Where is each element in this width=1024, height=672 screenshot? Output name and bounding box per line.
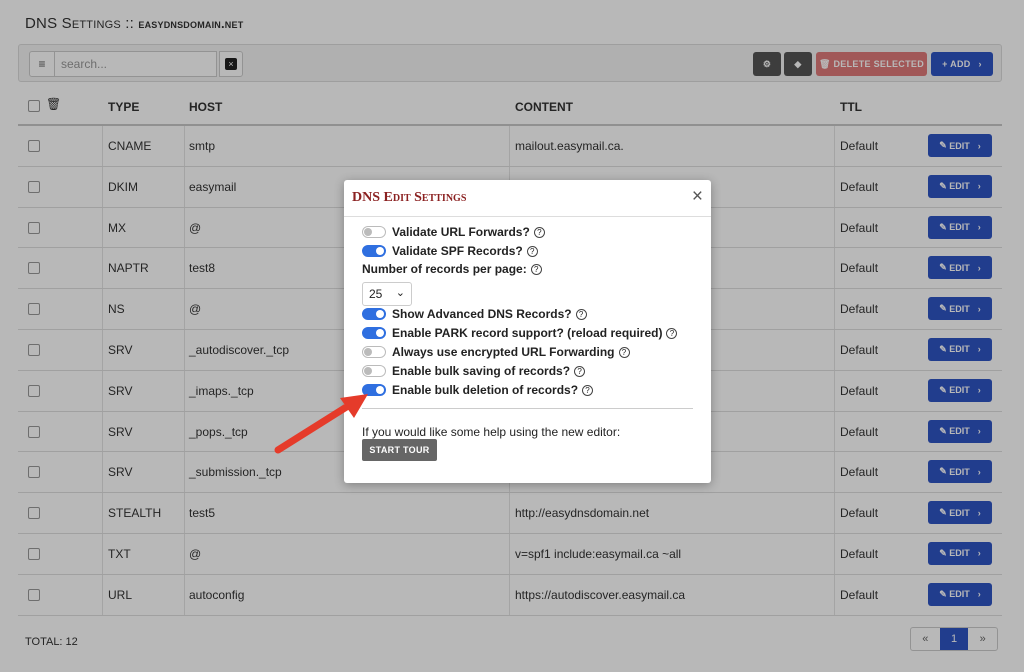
setting-option: Enable bulk deletion of records?? [362,382,594,398]
toggle-switch[interactable] [362,327,386,339]
arrow-shaft [274,402,352,454]
toggle-switch[interactable] [362,226,386,238]
records-per-page-value: 25 [369,287,383,301]
help-icon[interactable]: ? [575,308,587,320]
setting-option: Enable PARK record support? (reload requ… [362,325,678,341]
modal-divider [344,216,711,217]
close-icon[interactable]: × [692,187,703,207]
toggle-switch[interactable] [362,245,386,257]
dns-edit-settings-modal: DNS Edit Settings × Validate URL Forward… [344,180,711,483]
help-icon[interactable]: ? [618,346,630,358]
modal-divider-2 [362,408,693,409]
annotation-arrow [274,394,368,454]
toggle-switch[interactable] [362,365,386,377]
help-icon[interactable]: ? [574,365,586,377]
modal-title: DNS Edit Settings [352,190,467,205]
setting-option: Show Advanced DNS Records?? [362,306,587,322]
toggle-switch[interactable] [362,308,386,320]
help-icon[interactable]: ? [666,327,678,339]
tour-help-text: If you would like some help using the ne… [362,425,621,439]
help-icon[interactable]: ? [530,263,542,275]
help-icon[interactable]: ? [582,384,594,396]
records-per-page-select[interactable]: 25 ⌄ [362,282,412,306]
records-per-page-label: Number of records per page: ? [362,262,542,276]
setting-option: Enable bulk saving of records?? [362,363,586,379]
setting-label: Validate URL Forwards? [392,225,530,239]
help-icon[interactable]: ? [533,226,545,238]
setting-label: Enable PARK record support? (reload requ… [392,326,663,340]
setting-label: Always use encrypted URL Forwarding [392,345,615,359]
setting-option: Validate SPF Records?? [362,243,538,259]
setting-label: Enable bulk deletion of records? [392,383,579,397]
setting-label: Enable bulk saving of records? [392,364,571,378]
setting-option: Validate URL Forwards?? [362,224,545,240]
toggle-switch[interactable] [362,346,386,358]
records-per-page-label-text: Number of records per page: [362,262,527,276]
setting-label: Validate SPF Records? [392,244,523,258]
help-icon[interactable]: ? [526,245,538,257]
setting-option: Always use encrypted URL Forwarding? [362,344,630,360]
setting-label: Show Advanced DNS Records? [392,307,572,321]
chevron-down-icon: ⌄ [395,286,405,299]
